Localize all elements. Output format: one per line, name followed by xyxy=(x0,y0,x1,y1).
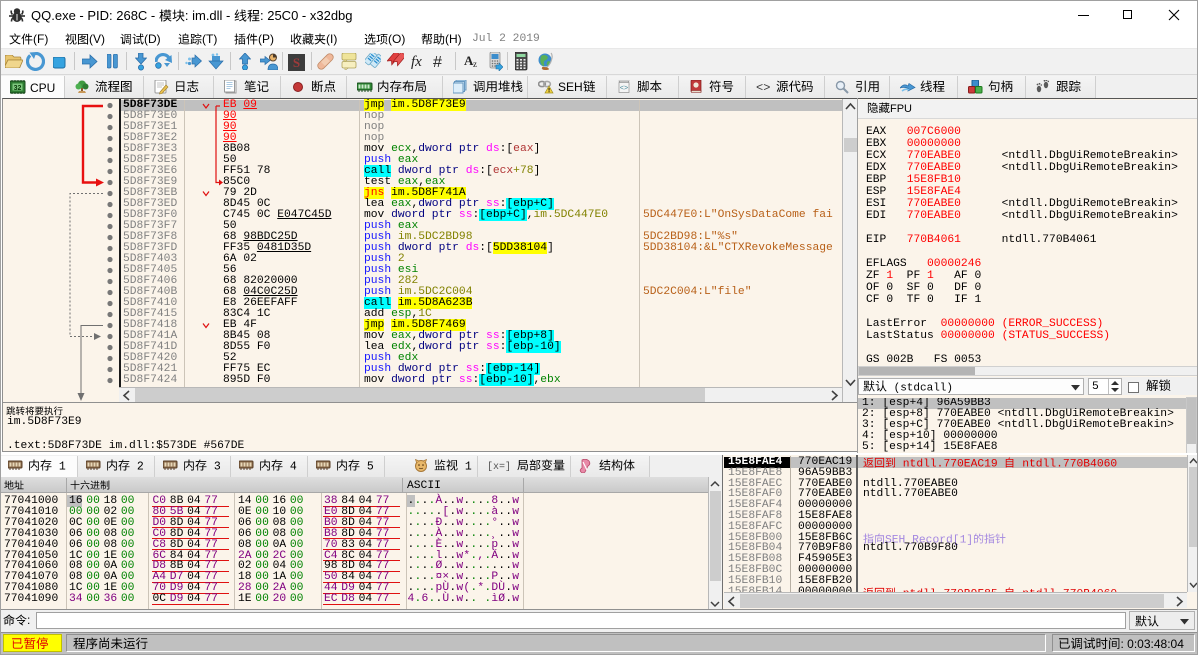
svg-text:fx: fx xyxy=(411,54,422,70)
svg-text:S: S xyxy=(293,55,300,70)
svg-text:[x=]: [x=] xyxy=(487,461,511,473)
svg-text:#: # xyxy=(433,54,442,70)
svg-text:<>: <> xyxy=(756,81,770,95)
svg-text:z: z xyxy=(473,59,477,69)
svg-text:32: 32 xyxy=(14,85,22,92)
svg-text:<>: <> xyxy=(620,85,628,93)
